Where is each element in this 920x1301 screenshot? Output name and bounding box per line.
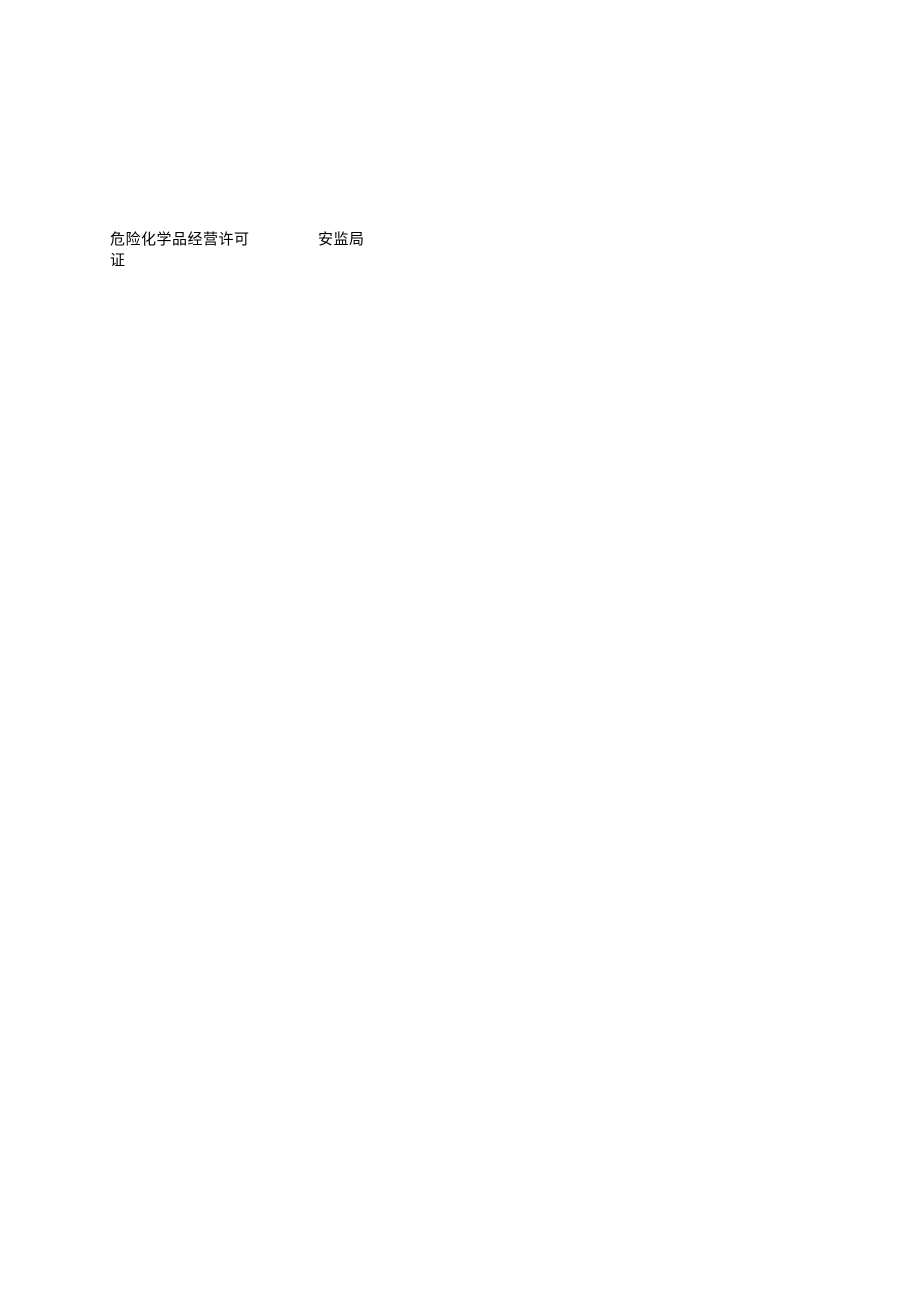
agency-name-text: 安监局 <box>318 230 365 251</box>
document-content-row: 危险化学品经营许可证 安监局 <box>110 230 365 272</box>
permit-name-text: 危险化学品经营许可证 <box>110 230 250 272</box>
